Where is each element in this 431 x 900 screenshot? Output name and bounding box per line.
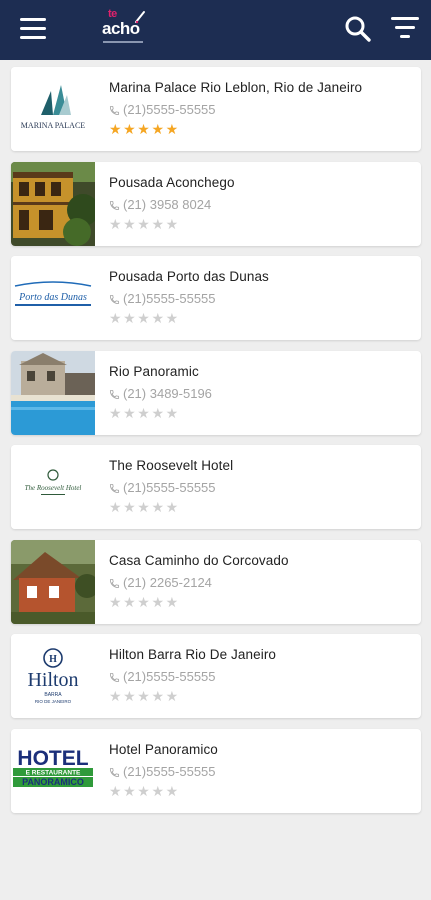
hotel-name: Marina Palace Rio Leblon, Rio de Janeiro [109, 80, 363, 95]
hotel-card[interactable]: MARINA PALACE Marina Palace Rio Leblon, … [11, 67, 421, 151]
hotel-phone: (21)5555-55555 [109, 291, 216, 306]
hotel-card[interactable]: H Hilton BARRA RIO DE JANEIRO Hilton Bar… [11, 634, 421, 718]
pen-icon [135, 11, 145, 24]
hotel-rating-stars: ★★★★★ [109, 404, 180, 421]
thumb-logo-text: Hilton [27, 669, 78, 691]
search-icon [345, 16, 371, 42]
thumb-logo-text: MARINA PALACE [21, 121, 85, 130]
hotel-phone-number: (21) 2265-2124 [123, 574, 212, 590]
hotel-phone-number: (21)5555-55555 [123, 102, 216, 117]
hotel-card[interactable]: HOTEL E RESTAURANTE PANORAMICO Hotel Pan… [11, 728, 421, 813]
hotel-card[interactable]: Rio Panoramic (21) 3489-5196 ★★★★★ [11, 350, 421, 435]
svg-text:BARRA: BARRA [44, 692, 62, 698]
hotel-rating-stars: ★★★★★ [109, 688, 180, 704]
hotel-thumbnail: HOTEL E RESTAURANTE PANORAMICO [11, 728, 95, 813]
filter-icon-line [395, 26, 415, 29]
hotel-list: MARINA PALACE Marina Palace Rio Leblon, … [11, 67, 421, 823]
thumb-logo-text: The Roosevelt Hotel [25, 484, 82, 492]
hotel-card[interactable]: Casa Caminho do Corcovado (21) 2265-2124… [11, 539, 421, 624]
svg-text:E RESTAURANTE: E RESTAURANTE [26, 769, 81, 776]
phone-icon [109, 105, 120, 116]
app-logo[interactable]: te acho [100, 8, 146, 48]
hotel-phone: (21) 3489-5196 [109, 386, 212, 401]
hamburger-menu-button[interactable] [20, 18, 48, 42]
hamburger-icon-line [20, 27, 46, 30]
thumb-logo-text: Porto das Dunas [18, 292, 87, 303]
hotel-name: Hotel Panoramico [109, 741, 218, 757]
hotel-phone-number: (21)5555-55555 [123, 669, 216, 684]
hotel-name: Pousada Aconchego [109, 174, 235, 190]
hotel-rating-stars: ★★★★★ [109, 310, 180, 326]
hamburger-icon-line [20, 36, 46, 39]
hotel-phone: (21)5555-55555 [109, 480, 216, 495]
hotel-phone-number: (21)5555-55555 [123, 480, 216, 495]
phone-icon [109, 767, 120, 777]
hotel-thumbnail [11, 350, 95, 435]
hotel-thumbnail: MARINA PALACE [11, 67, 95, 151]
hotel-name: The Roosevelt Hotel [109, 458, 234, 473]
hotel-phone-number: (21)5555-55555 [123, 291, 216, 306]
svg-text:H: H [49, 654, 57, 665]
phone-icon [109, 578, 120, 588]
hotel-thumbnail [11, 161, 95, 246]
search-button[interactable] [344, 15, 372, 43]
hotel-phone: (21)5555-55555 [109, 669, 216, 684]
hotel-rating-stars: ★★★★★ [109, 782, 180, 799]
hotel-phone-number: (21) 3489-5196 [123, 385, 212, 401]
hotel-name: Casa Caminho do Corcovado [109, 552, 289, 568]
hotel-rating-stars: ★★★★★ [109, 593, 180, 610]
phone-icon [109, 672, 120, 683]
hotel-card[interactable]: Pousada Aconchego (21) 3958 8024 ★★★★★ [11, 161, 421, 246]
hotel-thumbnail: H Hilton BARRA RIO DE JANEIRO [11, 634, 95, 718]
hotel-name: Hilton Barra Rio De Janeiro [109, 647, 277, 662]
phone-icon [109, 200, 120, 210]
thumb-logo-text: HOTEL [17, 747, 88, 770]
hotel-phone-number: (21) 3958 8024 [123, 196, 212, 212]
svg-text:PANORAMICO: PANORAMICO [22, 777, 84, 787]
logo-tagline [103, 41, 143, 43]
phone-icon [109, 294, 120, 305]
filter-icon-line [400, 35, 410, 38]
hotel-rating-stars: ★★★★★ [109, 215, 180, 232]
hotel-phone-number: (21)5555-55555 [123, 763, 216, 779]
hotel-rating-stars: ★★★★★ [109, 121, 180, 137]
hotel-thumbnail: Porto das Dunas [11, 256, 95, 340]
hotel-thumbnail: The Roosevelt Hotel [11, 445, 95, 529]
phone-icon [109, 483, 120, 494]
hotel-phone: (21) 3958 8024 [109, 197, 211, 212]
hotel-card[interactable]: Porto das Dunas Pousada Porto das Dunas … [11, 256, 421, 340]
phone-icon [109, 389, 120, 399]
hotel-phone: (21) 2265-2124 [109, 575, 212, 590]
hotel-phone: (21)5555-55555 [109, 764, 216, 779]
hotel-phone: (21)5555-55555 [109, 102, 216, 117]
top-app-bar: te acho [0, 0, 431, 60]
svg-text:RIO DE JANEIRO: RIO DE JANEIRO [35, 699, 72, 704]
filter-button[interactable] [390, 17, 420, 43]
hamburger-icon [20, 18, 46, 21]
filter-icon [391, 17, 419, 20]
hotel-rating-stars: ★★★★★ [109, 499, 180, 515]
hotel-name: Pousada Porto das Dunas [109, 269, 269, 284]
hotel-name: Rio Panoramic [109, 363, 199, 379]
hotel-thumbnail [11, 539, 95, 624]
hotel-card[interactable]: The Roosevelt Hotel The Roosevelt Hotel … [11, 445, 421, 529]
